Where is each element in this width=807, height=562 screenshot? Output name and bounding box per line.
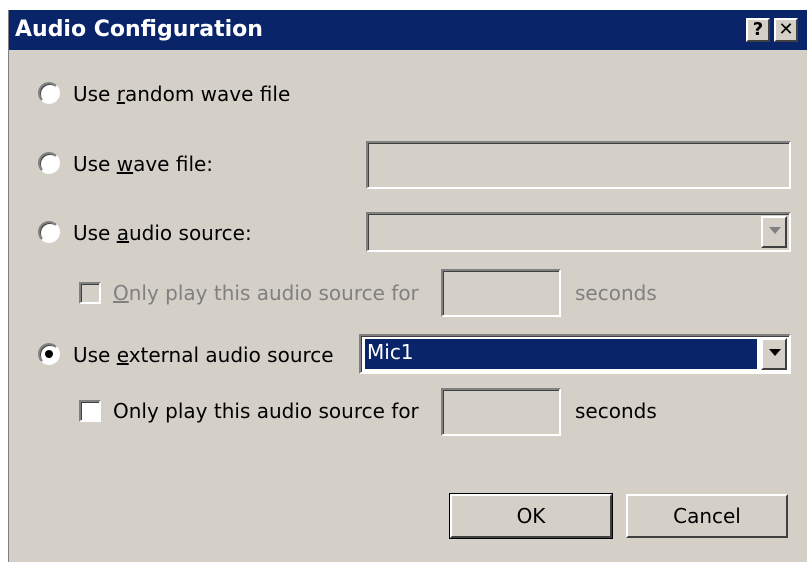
label-part: nly play this audio source for bbox=[128, 281, 419, 305]
label-part: xternal audio source bbox=[128, 343, 334, 367]
mnemonic-key: a bbox=[116, 221, 129, 245]
mnemonic-key: w bbox=[116, 152, 134, 176]
mnemonic-key: O bbox=[113, 281, 129, 305]
audio-source-label[interactable]: Use audio source: bbox=[73, 221, 252, 245]
only-play-label[interactable]: Only play this audio source for bbox=[113, 399, 419, 423]
close-button[interactable]: ✕ bbox=[774, 18, 798, 42]
ok-button[interactable]: OK bbox=[449, 493, 613, 539]
label-part: Use bbox=[73, 152, 117, 176]
label-part: ave file: bbox=[133, 152, 214, 176]
title-bar[interactable]: Audio Configuration ? ✕ bbox=[9, 10, 807, 50]
label-part: Use bbox=[73, 82, 117, 106]
wave-file-label[interactable]: Use wave file: bbox=[73, 152, 213, 176]
label-part: Use bbox=[73, 343, 117, 367]
radio-audio-source[interactable] bbox=[38, 221, 60, 243]
window-title: Audio Configuration bbox=[15, 17, 263, 42]
audio-source-dropdown[interactable] bbox=[366, 212, 791, 252]
external-source-dropdown[interactable]: Mic1 bbox=[359, 334, 791, 374]
audio-configuration-dialog: Audio Configuration ? ✕ Use random wave … bbox=[8, 10, 807, 562]
chevron-down-icon[interactable] bbox=[761, 338, 787, 370]
label-part: udio source: bbox=[129, 221, 252, 245]
external-source-value: Mic1 bbox=[364, 338, 758, 370]
wave-file-input[interactable] bbox=[366, 141, 791, 189]
only-play-checkbox[interactable] bbox=[79, 400, 101, 422]
random-wave-label[interactable]: Use random wave file bbox=[73, 82, 290, 106]
mnemonic-key: r bbox=[116, 82, 125, 106]
only-play-checkbox-disabled[interactable] bbox=[79, 282, 101, 304]
cancel-button[interactable]: Cancel bbox=[626, 494, 788, 538]
only-play-label-disabled: Only play this audio source for bbox=[113, 281, 419, 305]
chevron-down-icon[interactable] bbox=[761, 216, 787, 248]
radio-wave-file[interactable] bbox=[38, 152, 60, 174]
seconds-label-disabled: seconds bbox=[575, 281, 657, 305]
help-button[interactable]: ? bbox=[746, 18, 770, 42]
only-play-seconds-input-disabled[interactable] bbox=[441, 269, 561, 317]
radio-random-wave[interactable] bbox=[38, 82, 60, 104]
label-part: andom wave file bbox=[124, 82, 291, 106]
mnemonic-key: e bbox=[116, 343, 129, 367]
label-part: Use bbox=[73, 221, 117, 245]
seconds-label: seconds bbox=[575, 399, 657, 423]
external-source-label[interactable]: Use external audio source bbox=[73, 343, 334, 367]
only-play-seconds-input[interactable] bbox=[441, 388, 561, 436]
radio-external-source[interactable] bbox=[38, 343, 60, 365]
